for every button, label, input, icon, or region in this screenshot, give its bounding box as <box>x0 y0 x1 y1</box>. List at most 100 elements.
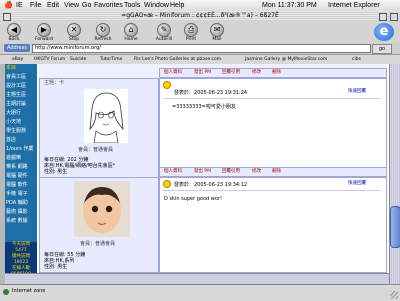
post-text: =33333333=啦可愛小朋友 <box>172 104 236 110</box>
post-text: D skin super good wor! <box>164 196 223 202</box>
mail-button[interactable]: ✉ Mail <box>206 22 228 42</box>
forum-sidebar: 本目 會員工區 設計工區 主題生區 主期討論 大朋行 小天地 學生服務 首店 1… <box>5 64 37 284</box>
home-button[interactable]: ⌂ Home <box>120 22 142 42</box>
sidebar-item[interactable]: 系統 數據 <box>6 218 36 224</box>
user-stat: 性別: 男生 <box>44 264 68 270</box>
menu-item-ie[interactable]: IE <box>16 1 23 10</box>
print-button[interactable]: ⎙ Print <box>180 22 202 42</box>
send-pm-link[interactable]: 發出 PM <box>194 70 211 76</box>
forward-button[interactable]: ▶ Forward <box>33 22 55 42</box>
smiley-icon <box>163 180 171 188</box>
back-arrow-icon: ◀ <box>7 23 21 37</box>
menu-item-go[interactable]: Go <box>82 1 91 10</box>
user-stat: 性別: 男生 <box>44 169 68 175</box>
stop-button[interactable]: ✕ Stop <box>63 22 85 42</box>
collapse-box-icon[interactable] <box>390 13 398 21</box>
menubar-clock: Mon 11:37:30 PM <box>262 2 317 9</box>
sidebar-item[interactable]: 電腦 軟件 <box>6 182 36 188</box>
forward-arrow-icon: ▶ <box>37 23 51 37</box>
post-body-panel: 發表於: 2005-06-23 19:34:12 快速回覆 D skin sup… <box>159 177 387 273</box>
sidebar-item[interactable]: 設計工區 <box>6 83 36 89</box>
delete-link[interactable]: 刪除 <box>272 169 281 175</box>
sidebar-item[interactable]: 會員工區 <box>6 74 36 80</box>
favorite-tutortime[interactable]: TutorTime <box>100 56 122 63</box>
scrollbar-thumb[interactable] <box>390 206 400 248</box>
member-level: 會員：普通會員 <box>80 241 116 247</box>
favorite-hkgtv-forum[interactable]: HKGTV Forum <box>34 56 65 63</box>
browser-toolbar: ◀ Back ▶ Forward ✕ Stop ↻ Refresh ⌂ Home ✎ Aut… <box>0 21 400 44</box>
posted-label: 發表於: <box>174 182 191 188</box>
sidebar-item[interactable]: 遊戲樂 <box>6 155 36 161</box>
sidebar-top[interactable]: 本目 <box>6 65 36 71</box>
profile-link[interactable]: 個人資料 <box>164 70 182 76</box>
post-author-panel: 主題：卡 會員：普通會員 每日在線: 202 分鐘 來自:HK,電腦/網絡/吧台… <box>39 78 159 178</box>
print-icon: ⎙ <box>184 23 198 37</box>
status-text: Internet zone <box>12 288 46 294</box>
address-input[interactable]: http://www.miniforum.org/ <box>32 44 371 53</box>
smiley-icon <box>163 81 171 89</box>
favorite-pbase-gallery[interactable]: Ris Lee's Photo Galleries at pbase.com <box>134 56 221 63</box>
window-title: =gGAO»æ – Miniforum : ¢¢¢EÉ...ð³(æ®™a) –… <box>121 12 279 19</box>
sidebar-item[interactable]: 藝術 攝影 <box>6 209 36 215</box>
favorite-suicide[interactable]: Suicide <box>70 56 86 63</box>
refresh-icon: ↻ <box>96 23 110 37</box>
refresh-button[interactable]: ↻ Refresh <box>92 22 114 42</box>
menu-item-window[interactable]: Window <box>144 1 169 10</box>
quick-reply-link[interactable]: 快速回覆 <box>348 181 366 187</box>
divider <box>163 190 381 191</box>
post-list: 個人資料 發出 PM 回覆引用 修改 刪除 主題：卡 會員：普通會員 每日在線:… <box>39 64 387 284</box>
menu-item-help[interactable]: Help <box>170 1 184 10</box>
edit-link[interactable]: 修改 <box>252 169 261 175</box>
sidebar-item[interactable]: 主題生區 <box>6 92 36 98</box>
user-title: 主題：卡 <box>44 80 65 86</box>
go-button[interactable]: go <box>372 44 392 54</box>
back-button[interactable]: ◀ Back <box>3 22 25 42</box>
favorite-jasmine-gallery[interactable]: Jasmine Gallery @ MyMovieStar.com <box>245 56 327 63</box>
mail-icon: ✉ <box>210 23 224 37</box>
menubar-app-name[interactable]: Internet Explorer <box>328 1 380 10</box>
sidebar-item[interactable]: 主期討論 <box>6 101 36 107</box>
profile-link[interactable]: 個人資料 <box>164 169 182 175</box>
send-pm-link[interactable]: 發出 PM <box>194 169 211 175</box>
sidebar-item[interactable]: 1/ours 作業 <box>6 146 36 152</box>
menu-item-edit[interactable]: Edit <box>47 1 59 10</box>
menu-item-favorites[interactable]: Favorites <box>94 1 123 10</box>
post-actions-bar: 個人資料 發出 PM 回覆引用 修改 刪除 <box>159 167 387 177</box>
edit-link[interactable]: 修改 <box>252 70 261 76</box>
quote-reply-link[interactable]: 回覆引用 <box>222 169 240 175</box>
autofill-icon: ✎ <box>157 23 171 37</box>
avatar[interactable] <box>74 181 130 237</box>
post-actions-bar: 個人資料 發出 PM 回覆引用 修改 刪除 <box>159 68 387 78</box>
menu-item-tools[interactable]: Tools <box>124 1 140 10</box>
sidebar-item[interactable]: 首店 <box>6 137 36 143</box>
sidebar-item[interactable]: 樂系 網路 <box>6 164 36 170</box>
sidebar-item[interactable]: 手機 電子 <box>6 191 36 197</box>
autofill-button[interactable]: ✎ AutoFill <box>153 22 175 42</box>
posted-time: 2005-06-23 19:34:12 <box>194 182 248 188</box>
post-author-panel: 會員：普通會員 每日在線: 55 分鐘 來自:HK,系列 性別: 男生 <box>39 177 159 273</box>
menu-item-view[interactable]: View <box>64 1 79 10</box>
zoom-box-icon[interactable] <box>379 13 387 21</box>
sidebar-item[interactable]: 電腦 硬件 <box>6 173 36 179</box>
favorite-ebay[interactable]: eBay <box>12 56 23 63</box>
apple-menu-icon[interactable]: 🍎 <box>4 1 13 10</box>
delete-link[interactable]: 刪除 <box>272 70 281 76</box>
internet-zone-icon <box>3 289 9 295</box>
sidebar-item[interactable]: 學生服務 <box>6 128 36 134</box>
status-bar: Internet zone <box>0 284 400 301</box>
menu-item-file[interactable]: File <box>30 1 41 10</box>
avatar[interactable] <box>84 89 128 143</box>
sidebar-item[interactable]: PDA 輔助 <box>6 200 36 206</box>
quick-reply-link[interactable]: 快速回覆 <box>348 89 366 95</box>
favorite-cibs[interactable]: cibs <box>352 56 361 63</box>
quote-reply-link[interactable]: 回覆引用 <box>222 70 240 76</box>
sidebar-item[interactable]: 大朋行 <box>6 110 36 116</box>
ie-logo-icon: e <box>374 23 394 41</box>
vertical-scrollbar[interactable] <box>389 64 400 284</box>
address-bar: Address http://www.miniforum.org/ go <box>0 43 400 55</box>
stop-icon: ✕ <box>67 23 81 37</box>
home-icon: ⌂ <box>124 23 138 37</box>
sidebar-item[interactable]: 小天地 <box>6 119 36 125</box>
resize-grip-icon[interactable] <box>390 291 398 299</box>
horizontal-scrollbar[interactable] <box>5 273 389 284</box>
